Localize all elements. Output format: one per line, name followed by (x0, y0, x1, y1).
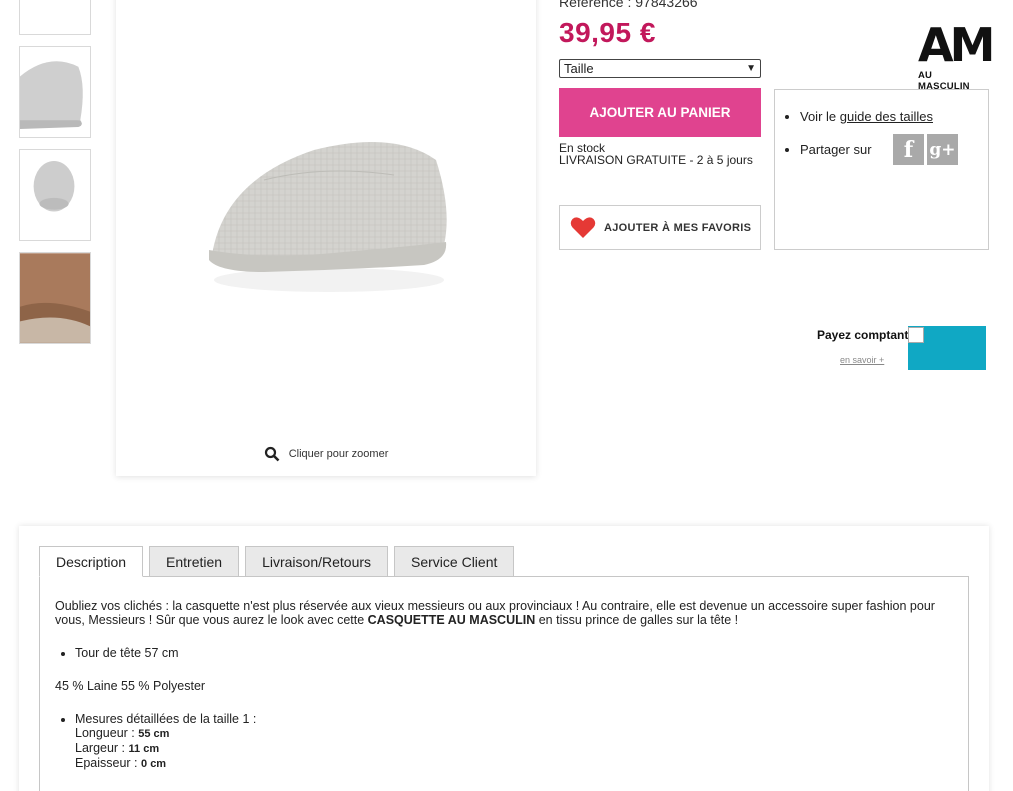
measures-title: Mesures détaillées de la taille 1 : (75, 712, 257, 726)
brand-logo[interactable]: AM AU MASCULIN (918, 18, 995, 92)
head-size-item: Tour de tête 57 cm (75, 646, 953, 660)
size-select-value: Taille (564, 61, 594, 76)
main-product-image[interactable]: Cliquer pour zoomer (116, 0, 536, 476)
size-guide-prefix: Voir le (800, 109, 840, 124)
tab-bar: Description Entretien Livraison/Retours … (39, 546, 515, 577)
google-plus-icon[interactable]: g+ (927, 134, 958, 165)
intro-bold: CASQUETTE AU MASCULIN (367, 613, 536, 627)
measures-item: Mesures détaillées de la taille 1 : Long… (75, 712, 953, 771)
product-price: 39,95 € (559, 17, 656, 48)
thickness-value: 0 cm (141, 758, 167, 770)
thumbnail-1[interactable] (19, 0, 91, 35)
tab-entretien[interactable]: Entretien (149, 546, 240, 577)
description-intro: Oubliez vos clichés : la casquette n'est… (55, 599, 953, 627)
thumbnail-3[interactable] (19, 149, 91, 241)
social-buttons: f g+ (893, 134, 958, 165)
tab-description[interactable]: Description (39, 546, 144, 577)
magnifier-icon (264, 446, 280, 462)
broken-image-icon (908, 327, 924, 343)
thumbnail-2[interactable] (19, 46, 91, 138)
length-label: Longueur : (75, 726, 139, 740)
thickness-label: Epaisseur : (75, 756, 142, 770)
width-value: 11 cm (128, 743, 160, 755)
stock-info: En stock LIVRAISON GRATUITE - 2 à 5 jour… (559, 142, 753, 166)
payment-label: Payez comptant (817, 328, 909, 342)
tab-service-client[interactable]: Service Client (394, 546, 515, 577)
product-reference: Référence : 97843266 (559, 0, 698, 10)
product-details-card: Description Entretien Livraison/Retours … (19, 526, 989, 791)
share-label: Partager sur (800, 142, 872, 157)
length-value: 55 cm (138, 728, 170, 740)
size-guide-item: Voir le guide des tailles (800, 109, 988, 124)
zoom-label: Cliquer pour zoomer (288, 448, 389, 460)
description-panel: Oubliez vos clichés : la casquette n'est… (39, 576, 969, 791)
chevron-down-icon: ▼ (746, 63, 756, 74)
size-select[interactable]: Taille ▼ (559, 59, 761, 78)
facebook-icon[interactable]: f (893, 134, 924, 165)
intro-text-end: en tissu prince de galles sur la tête ! (535, 613, 739, 627)
heart-icon (570, 217, 596, 238)
add-to-favorites-label: AJOUTER À MES FAVORIS (604, 221, 752, 234)
product-page: Cliquer pour zoomer Référence : 97843266… (0, 0, 1013, 791)
add-to-favorites-button[interactable]: AJOUTER À MES FAVORIS (559, 205, 761, 250)
composition: 45 % Laine 55 % Polyester (55, 679, 206, 693)
width-label: Largeur : (75, 741, 129, 755)
payment-banner[interactable]: Payez comptant en savoir + (816, 326, 986, 370)
tab-livraison-retours[interactable]: Livraison/Retours (245, 546, 389, 577)
add-to-cart-button[interactable]: AJOUTER AU PANIER (559, 88, 761, 137)
thumbnail-4[interactable] (19, 252, 91, 344)
brand-logo-letters: AM (918, 18, 995, 72)
product-info-box: Voir le guide des tailles Partager sur f… (774, 89, 989, 250)
size-guide-link[interactable]: guide des tailles (840, 109, 933, 124)
payment-more-link[interactable]: en savoir + (840, 355, 884, 365)
delivery-info: LIVRAISON GRATUITE - 2 à 5 jours (559, 153, 753, 167)
zoom-hint[interactable]: Cliquer pour zoomer (116, 446, 536, 462)
cap-image (209, 142, 447, 292)
